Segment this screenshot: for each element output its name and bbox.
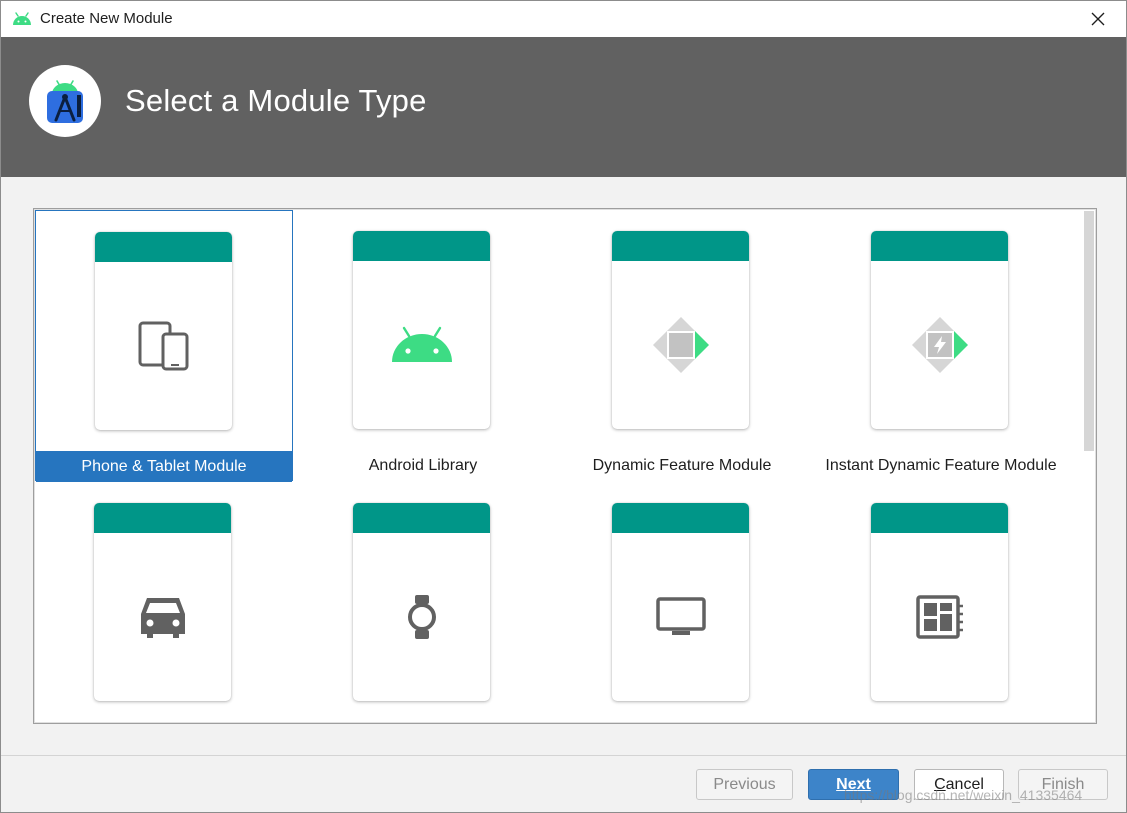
instant-dynamic-feature-icon: [911, 317, 968, 373]
module-card: [871, 503, 1008, 701]
gallery-scrollbar[interactable]: [1084, 211, 1094, 451]
next-label: Next: [836, 775, 871, 793]
previous-label: Previous: [713, 775, 776, 793]
module-tile-android-tv[interactable]: [553, 482, 811, 723]
module-label: Instant Dynamic Feature Module: [825, 456, 1057, 474]
module-type-gallery[interactable]: Phone & Tablet Module Android Library Dy…: [33, 208, 1097, 724]
module-card: [353, 503, 490, 701]
title-bar: Create New Module: [1, 1, 1126, 37]
module-card: [871, 231, 1008, 429]
card-header-band: [871, 503, 1008, 533]
module-card: [95, 232, 232, 430]
card-header-band: [95, 232, 232, 262]
module-card: [612, 231, 749, 429]
dynamic-feature-icon: [652, 317, 709, 373]
create-module-dialog: Create New Module Select a Module Type P…: [0, 0, 1127, 813]
close-icon: [1091, 12, 1105, 26]
finish-button[interactable]: Finish: [1018, 769, 1108, 800]
card-header-band: [94, 503, 231, 533]
next-button[interactable]: Next: [808, 769, 899, 800]
close-button[interactable]: [1070, 1, 1126, 37]
page-title: Select a Module Type: [125, 83, 427, 118]
car-icon: [140, 598, 185, 638]
cancel-button[interactable]: Cancel: [914, 769, 1004, 800]
android-icon: [391, 326, 452, 362]
module-tile-android-things[interactable]: [812, 482, 1070, 723]
module-card: [353, 231, 490, 429]
module-tile-wear-os[interactable]: [294, 482, 552, 723]
previous-button[interactable]: Previous: [696, 769, 793, 800]
card-header-band: [353, 503, 490, 533]
header-banner: Select a Module Type: [1, 37, 1126, 177]
module-label: [35, 722, 293, 723]
module-label: Phone & Tablet Module: [36, 451, 292, 482]
android-icon: [13, 12, 31, 25]
things-board-icon: [915, 595, 963, 639]
card-header-band: [871, 231, 1008, 261]
module-tile-automotive[interactable]: [35, 482, 293, 723]
module-card: [612, 503, 749, 701]
module-tile-dynamic-feature[interactable]: Dynamic Feature Module: [553, 210, 811, 481]
module-label: [553, 722, 811, 723]
module-card: [94, 503, 231, 701]
module-label: [294, 722, 552, 723]
cancel-label: Cancel: [934, 775, 984, 793]
module-label: Android Library: [368, 456, 478, 474]
android-studio-icon: [47, 80, 83, 123]
module-tile-phone-tablet[interactable]: Phone & Tablet Module: [35, 210, 293, 482]
android-studio-logo: [29, 65, 101, 137]
module-label: [812, 722, 1070, 723]
card-header-band: [612, 503, 749, 533]
card-header-band: [353, 231, 490, 261]
tv-icon: [655, 597, 706, 635]
window-title: Create New Module: [40, 10, 173, 27]
footer-divider: [1, 755, 1126, 756]
card-header-band: [612, 231, 749, 261]
phone-tablet-icon: [138, 321, 188, 371]
watch-icon: [407, 595, 436, 639]
finish-label: Finish: [1041, 775, 1085, 793]
module-tile-instant-dynamic-feature[interactable]: Instant Dynamic Feature Module: [812, 210, 1070, 481]
module-label: Dynamic Feature Module: [592, 456, 772, 474]
module-tile-android-library[interactable]: Android Library: [294, 210, 552, 481]
